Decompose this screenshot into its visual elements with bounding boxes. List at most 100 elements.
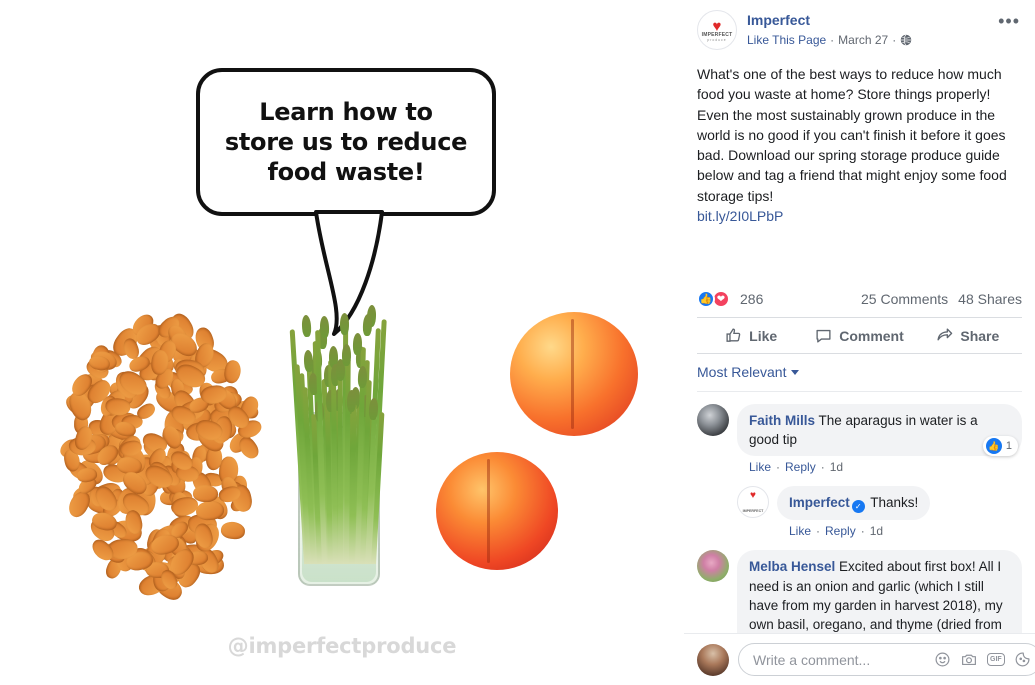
peach-bottom (436, 452, 558, 570)
comments-count[interactable]: 25 Comments (861, 291, 948, 307)
post-more-options-button[interactable]: ••• (998, 12, 1020, 30)
like-button[interactable]: Like (697, 318, 805, 353)
speech-bubble: Learn how to store us to reduce food was… (196, 68, 496, 336)
comment-content: Melba Hensel Excited about first box! Al… (737, 550, 1022, 633)
asparagus-jar-photo (284, 296, 394, 586)
asparagus-tip (357, 365, 368, 388)
comment-like-count: 1 (1005, 440, 1012, 453)
shares-count[interactable]: 48 Shares (958, 291, 1022, 307)
commenter-avatar[interactable]: ♥ IMPERFECT (737, 486, 769, 519)
comment-content: Faith Mills The aparagus in water is a g… (737, 404, 1022, 474)
comment-actions: Like · Reply · 1d (777, 524, 1022, 538)
comment-content: Imperfect ✓ Thanks! Like · Reply · 1d (777, 486, 1022, 538)
post-subline: Like This Page · March 27 · (747, 33, 912, 47)
engagement-stats: 👍 ❤ 286 25 Comments 48 Shares (697, 290, 1022, 317)
page-name[interactable]: Imperfect (747, 12, 912, 29)
like-this-page-link[interactable]: Like This Page (747, 33, 826, 47)
avatar-brand: IMPERFECT (742, 509, 764, 514)
post-link[interactable]: bit.ly/2I0LPbP (697, 208, 783, 224)
peach-crease (487, 459, 491, 563)
speech-bubble-text: Learn how to store us to reduce food was… (225, 97, 468, 188)
comment-time: 1d (829, 460, 844, 475)
comment-input-wrapper[interactable]: GIF (738, 643, 1035, 676)
comment-bubble: Melba Hensel Excited about first box! Al… (737, 550, 1022, 633)
comment-text: Thanks! (866, 495, 919, 511)
comment-item: Melba Hensel Excited about first box! Al… (697, 550, 1022, 633)
comment-composer: GIF (684, 633, 1035, 685)
sticker-icon[interactable] (1014, 651, 1031, 668)
post-scroll-area[interactable]: ♥ IMPERFECT produce Imperfect Like This … (684, 0, 1035, 633)
chevron-down-icon (791, 369, 800, 375)
comment-time: 1d (869, 524, 884, 539)
separator-dot: · (860, 524, 865, 539)
comment-input[interactable] (753, 651, 934, 668)
asparagus-tip (352, 333, 362, 356)
separator-dot: · (830, 32, 835, 47)
post-message: What's one of the best ways to reduce ho… (697, 66, 1007, 204)
asparagus-tip (341, 343, 351, 366)
almond (235, 434, 263, 463)
commenter-name[interactable]: Faith Mills (749, 413, 815, 428)
camera-icon[interactable] (960, 651, 978, 668)
peach-top (510, 312, 638, 436)
commenter-name[interactable]: Melba Hensel (749, 559, 835, 574)
gif-icon[interactable]: GIF (987, 653, 1005, 666)
verified-badge-icon: ✓ (851, 500, 865, 514)
comment-actions: Like · Reply · 1d (737, 460, 1022, 474)
globe-icon (900, 34, 912, 46)
post-image[interactable]: Learn how to store us to reduce food was… (0, 0, 684, 685)
comment-bubble: Imperfect ✓ Thanks! (777, 486, 931, 521)
post-action-bar: Like Comment Share (697, 317, 1022, 355)
commenter-avatar[interactable] (697, 404, 729, 437)
almonds-photo (42, 300, 264, 604)
separator-dot: · (776, 460, 781, 475)
commenter-avatar[interactable] (697, 550, 729, 583)
almond (220, 520, 247, 541)
asparagus-tip (339, 312, 349, 335)
speech-bubble-body: Learn how to store us to reduce food was… (196, 68, 496, 216)
share-button-label: Share (960, 327, 1000, 344)
comment-sort-label: Most Relevant (697, 364, 787, 381)
current-user-avatar[interactable] (697, 643, 729, 676)
comment-button-label: Comment (839, 327, 904, 344)
comment-reply-link[interactable]: Reply (825, 524, 856, 538)
post-details-panel: ♥ IMPERFECT produce Imperfect Like This … (684, 0, 1035, 685)
commenter-name[interactable]: Imperfect (789, 495, 850, 510)
emoji-icon[interactable] (934, 651, 951, 668)
like-icon: 👍 (697, 290, 715, 309)
comment-bubble-icon (816, 329, 831, 343)
comment-reply-item: ♥ IMPERFECT Imperfect ✓ Thanks! Like · Rep… (737, 486, 1022, 538)
peach-crease (571, 319, 575, 429)
comment-sort-row: Most Relevant (697, 354, 1022, 393)
thumbs-up-icon (726, 328, 741, 342)
asparagus-tip (301, 314, 312, 338)
post-header: ♥ IMPERFECT produce Imperfect Like This … (697, 0, 1022, 50)
separator-dot: · (892, 32, 897, 47)
image-watermark: @imperfectproduce (227, 634, 457, 658)
comment-bubble: Faith Mills The aparagus in water is a g… (737, 404, 1022, 457)
comment-like-badge[interactable]: 👍 1 (982, 436, 1018, 457)
heart-icon: ♥ (750, 490, 756, 502)
thumbs-up-icon: 👍 (985, 438, 1002, 455)
page-avatar[interactable]: ♥ IMPERFECT produce (697, 10, 737, 50)
comment-item: Faith Mills The aparagus in water is a g… (697, 404, 1022, 474)
post-date[interactable]: March 27 (838, 33, 888, 47)
avatar-brand-sub: produce (707, 38, 727, 42)
comment-like-link[interactable]: Like (749, 460, 771, 474)
reaction-count: 286 (740, 291, 764, 308)
comment-share-counts: 25 Comments 48 Shares (861, 291, 1022, 307)
facebook-post-screenshot: Learn how to store us to reduce food was… (0, 0, 1035, 685)
asparagus-tip (303, 349, 314, 373)
share-arrow-icon (937, 328, 953, 341)
composer-icons: GIF (934, 651, 1031, 668)
reaction-summary[interactable]: 👍 ❤ 286 (697, 290, 764, 309)
share-button[interactable]: Share (914, 318, 1022, 353)
separator-dot: · (816, 524, 821, 539)
page-avatar-label: IMPERFECT produce (698, 32, 736, 42)
comment-sort-dropdown[interactable]: Most Relevant (697, 364, 800, 381)
bubble-line-1: Learn how to (259, 97, 433, 126)
comment-like-link[interactable]: Like (789, 524, 811, 538)
post-header-meta: Imperfect Like This Page · March 27 · (747, 10, 912, 47)
comment-button[interactable]: Comment (805, 318, 913, 353)
comment-reply-link[interactable]: Reply (785, 460, 816, 474)
